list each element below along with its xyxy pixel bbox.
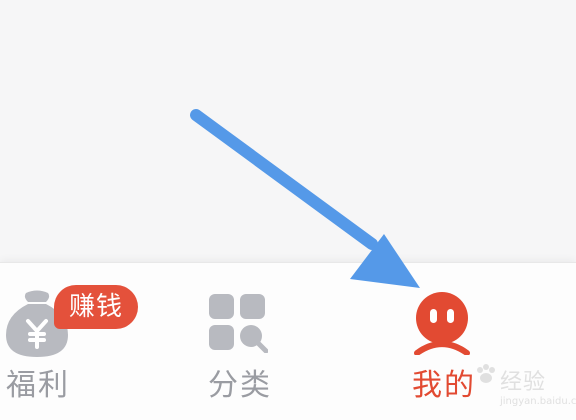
- tab-welfare-label: 福利: [6, 368, 70, 403]
- tab-mine-label: 我的: [412, 368, 476, 403]
- bottom-tab-bar: 赚钱 福利 分类 我的: [0, 262, 576, 420]
- content-area: [0, 0, 576, 262]
- tab-category-label: 分类: [208, 368, 272, 403]
- app-screen: 赚钱 福利 分类 我的 经验 jingyan.baidu.c: [0, 0, 576, 420]
- tab-category[interactable]: 分类: [200, 263, 340, 420]
- profile-face-icon: [414, 292, 470, 355]
- tab-welfare[interactable]: 赚钱 福利: [0, 263, 150, 420]
- earn-money-badge: 赚钱: [54, 285, 138, 329]
- tab-mine[interactable]: 我的: [400, 263, 540, 420]
- category-grid-icon: [209, 294, 268, 353]
